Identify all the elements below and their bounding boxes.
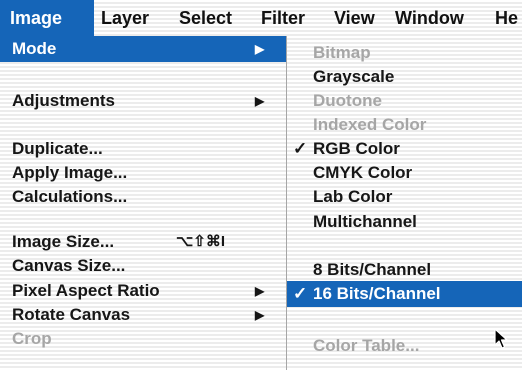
menu-item-label: Duplicate... bbox=[12, 139, 103, 158]
menu-item-label: Rotate Canvas bbox=[12, 305, 131, 324]
mode-item-duotone[interactable]: Duotone bbox=[287, 88, 522, 114]
menubar-select[interactable]: Select bbox=[179, 0, 232, 36]
menu-item-label: Duotone bbox=[313, 91, 382, 110]
mode-item-8-bits-channel[interactable]: 8 Bits/Channel bbox=[287, 257, 522, 283]
menu-item-label: Image Size... bbox=[12, 232, 115, 251]
menu-item-label: Multichannel bbox=[313, 212, 417, 231]
checkmark-icon: ✓ bbox=[293, 284, 308, 303]
submenu-arrow-icon: ▶ bbox=[255, 94, 265, 108]
mode-item-rgb-color[interactable]: ✓ RGB Color bbox=[287, 136, 522, 162]
menubar-filter[interactable]: Filter bbox=[261, 0, 305, 36]
menubar-view[interactable]: View bbox=[334, 0, 375, 36]
menu-item-label: Color Table... bbox=[313, 336, 420, 355]
menubar-layer[interactable]: Layer bbox=[101, 0, 149, 36]
menu-item-label: 16 Bits/Channel bbox=[313, 284, 441, 303]
submenu-arrow-icon: ▶ bbox=[255, 284, 265, 298]
mode-item-grayscale[interactable]: Grayscale bbox=[287, 64, 522, 90]
menu-item-label: Pixel Aspect Ratio bbox=[12, 281, 160, 300]
menu-bar: Image Layer Select Filter View Window He bbox=[0, 0, 522, 37]
menu-item-pixel-aspect-ratio[interactable]: Pixel Aspect Ratio ▶ bbox=[0, 278, 286, 304]
mode-submenu: Bitmap Grayscale Duotone Indexed Color ✓… bbox=[287, 36, 522, 370]
menu-item-label: CMYK Color bbox=[313, 163, 413, 182]
mouse-pointer-icon bbox=[494, 328, 508, 349]
menu-item-adjustments[interactable]: Adjustments ▶ bbox=[0, 88, 286, 114]
menubar-image[interactable]: Image bbox=[0, 0, 94, 36]
menu-item-label: 8 Bits/Channel bbox=[313, 260, 432, 279]
menu-item-label: Grayscale bbox=[313, 67, 395, 86]
menu-item-label: Adjustments bbox=[12, 91, 115, 110]
menu-item-label: Bitmap bbox=[313, 43, 371, 62]
menu-item-duplicate[interactable]: Duplicate... bbox=[0, 136, 286, 162]
menu-item-rotate-canvas[interactable]: Rotate Canvas ▶ bbox=[0, 302, 286, 328]
menu-item-label: Crop bbox=[12, 329, 52, 348]
menu-item-canvas-size[interactable]: Canvas Size... bbox=[0, 253, 286, 279]
mode-item-indexed-color[interactable]: Indexed Color bbox=[287, 112, 522, 138]
image-menu: Mode ▶ Adjustments ▶ Duplicate... Apply … bbox=[0, 36, 287, 370]
submenu-arrow-icon: ▶ bbox=[255, 42, 265, 56]
menu-item-mode[interactable]: Mode ▶ bbox=[0, 36, 286, 62]
menu-item-image-size[interactable]: Image Size... ⌥⇧⌘I bbox=[0, 229, 286, 255]
menu-item-calculations[interactable]: Calculations... bbox=[0, 184, 286, 210]
menubar-help[interactable]: He bbox=[495, 0, 518, 36]
menu-item-label: Canvas Size... bbox=[12, 256, 126, 275]
menu-item-label: Indexed Color bbox=[313, 115, 427, 134]
mode-item-cmyk-color[interactable]: CMYK Color bbox=[287, 160, 522, 186]
menu-item-label: Mode bbox=[12, 39, 57, 58]
menu-item-label: Apply Image... bbox=[12, 163, 128, 182]
mode-item-bitmap[interactable]: Bitmap bbox=[287, 40, 522, 66]
checkmark-icon: ✓ bbox=[293, 139, 308, 158]
mode-item-lab-color[interactable]: Lab Color bbox=[287, 184, 522, 210]
menu-item-label: RGB Color bbox=[313, 139, 400, 158]
menu-item-label: Lab Color bbox=[313, 187, 393, 206]
submenu-arrow-icon: ▶ bbox=[255, 308, 265, 322]
keyboard-shortcut: ⌥⇧⌘I bbox=[176, 233, 226, 250]
menu-item-crop[interactable]: Crop bbox=[0, 326, 286, 352]
mode-item-color-table[interactable]: Color Table... bbox=[287, 333, 522, 359]
mode-item-16-bits-channel[interactable]: ✓ 16 Bits/Channel bbox=[287, 281, 522, 307]
menu-item-label: Calculations... bbox=[12, 187, 128, 206]
menubar-window[interactable]: Window bbox=[395, 0, 464, 36]
mode-item-multichannel[interactable]: Multichannel bbox=[287, 209, 522, 235]
menu-item-apply-image[interactable]: Apply Image... bbox=[0, 160, 286, 186]
